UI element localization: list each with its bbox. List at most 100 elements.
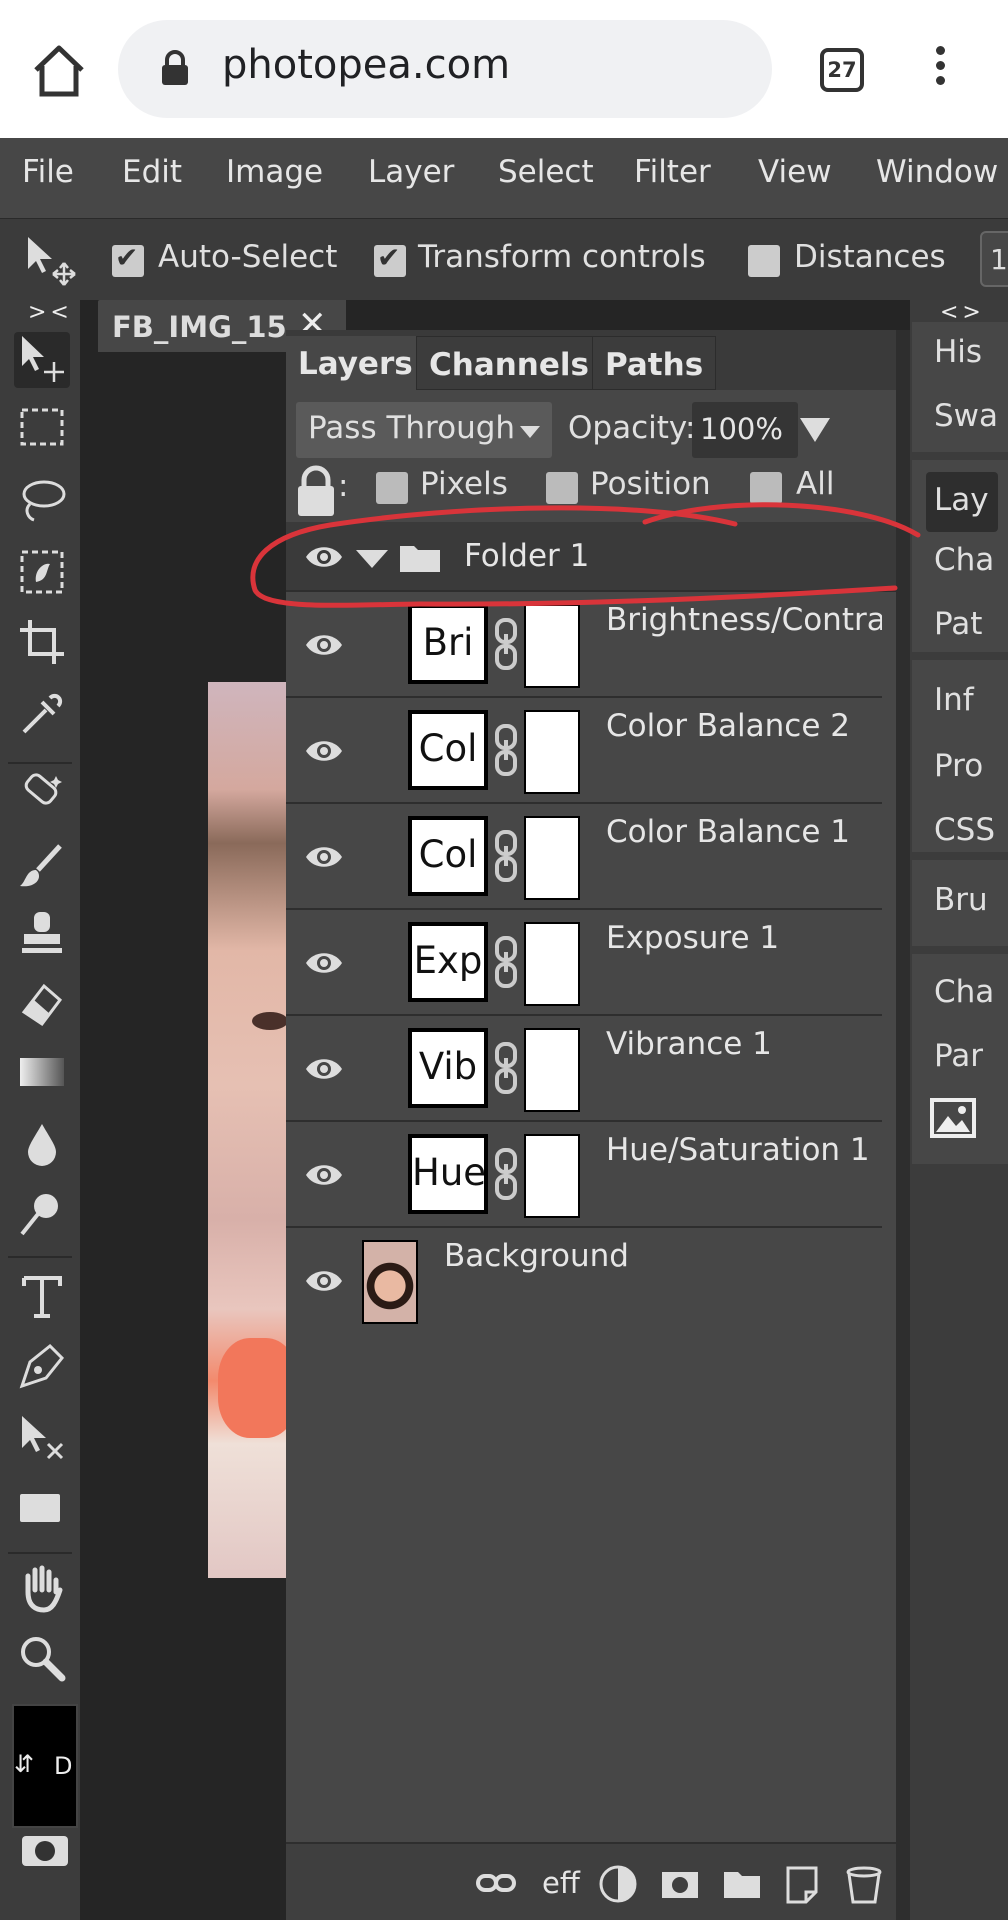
rectangle-tool-icon[interactable] bbox=[14, 1484, 70, 1540]
tab-layers[interactable]: Layers bbox=[286, 336, 425, 390]
layer-row[interactable]: Col Color Balance 2 bbox=[286, 700, 882, 804]
image-panel-icon[interactable] bbox=[930, 1098, 976, 1138]
lock-icon bbox=[298, 465, 334, 516]
lock-position-checkbox[interactable] bbox=[546, 472, 578, 504]
link-chain-icon[interactable] bbox=[494, 828, 518, 884]
layer-mask-thumbnail[interactable] bbox=[524, 1134, 580, 1218]
pen-tool-icon[interactable] bbox=[14, 1340, 70, 1396]
visibility-eye-icon[interactable] bbox=[304, 738, 344, 764]
panel-character[interactable]: Cha bbox=[934, 974, 994, 1010]
clone-stamp-tool-icon[interactable] bbox=[14, 908, 70, 964]
background-thumbnail bbox=[362, 1240, 418, 1324]
menu-filter[interactable]: Filter bbox=[634, 154, 711, 190]
swap-colors-icon[interactable]: ⇵ bbox=[14, 1750, 34, 1778]
tab-channels[interactable]: Channels bbox=[416, 336, 602, 390]
quick-mask-icon[interactable] bbox=[22, 1836, 68, 1866]
lasso-tool-icon[interactable] bbox=[14, 474, 70, 530]
panel-paragraph[interactable]: Par bbox=[934, 1038, 983, 1074]
layer-mask-thumbnail[interactable] bbox=[524, 1028, 580, 1112]
tab-switcher-button[interactable]: 27 bbox=[820, 48, 864, 92]
menu-view[interactable]: View bbox=[758, 154, 832, 190]
menu-file[interactable]: File bbox=[22, 154, 74, 190]
new-group-folder-icon[interactable] bbox=[722, 1864, 762, 1904]
tab-paths[interactable]: Paths bbox=[592, 336, 717, 390]
visibility-eye-icon[interactable] bbox=[304, 544, 344, 570]
blur-tool-icon[interactable] bbox=[14, 1118, 70, 1174]
link-chain-icon[interactable] bbox=[494, 616, 518, 672]
dodge-tool-icon[interactable] bbox=[14, 1188, 70, 1244]
visibility-eye-icon[interactable] bbox=[304, 1056, 344, 1082]
eraser-tool-icon[interactable] bbox=[14, 978, 70, 1034]
visibility-eye-icon[interactable] bbox=[304, 632, 344, 658]
panel-brush[interactable]: Bru bbox=[934, 882, 988, 918]
transform-controls-checkbox[interactable] bbox=[374, 241, 406, 277]
auto-select-checkbox[interactable] bbox=[112, 241, 144, 277]
link-chain-icon[interactable] bbox=[494, 1146, 518, 1202]
panel-info[interactable]: Inf bbox=[934, 682, 974, 718]
hand-tool-icon[interactable] bbox=[14, 1562, 70, 1618]
panel-paths[interactable]: Pat bbox=[934, 606, 982, 642]
link-chain-icon[interactable] bbox=[494, 934, 518, 990]
move-tool-button[interactable] bbox=[14, 332, 70, 388]
layer-row[interactable]: Exp Exposure 1 bbox=[286, 912, 882, 1016]
visibility-eye-icon[interactable] bbox=[304, 1268, 344, 1294]
panel-css[interactable]: CSS bbox=[934, 812, 995, 848]
visibility-eye-icon[interactable] bbox=[304, 844, 344, 870]
eyedropper-tool-icon[interactable] bbox=[14, 688, 70, 744]
menu-image[interactable]: Image bbox=[226, 154, 323, 190]
add-mask-icon[interactable] bbox=[660, 1864, 700, 1904]
quick-selection-tool-icon[interactable] bbox=[14, 546, 70, 602]
distances-checkbox[interactable] bbox=[748, 245, 780, 277]
panel-layers[interactable]: Lay bbox=[926, 472, 998, 532]
menu-window[interactable]: Window bbox=[876, 154, 998, 190]
delete-layer-icon[interactable] bbox=[844, 1864, 884, 1904]
opacity-dropdown-icon[interactable] bbox=[800, 418, 830, 442]
layer-row[interactable]: Bri Brightness/Contrast 1 bbox=[286, 594, 882, 698]
link-chain-icon[interactable] bbox=[494, 1040, 518, 1096]
link-layers-icon[interactable] bbox=[476, 1864, 516, 1904]
layers-scrollbar[interactable] bbox=[896, 330, 910, 1920]
new-layer-icon[interactable] bbox=[782, 1864, 822, 1904]
options-overflow-button[interactable]: 1 bbox=[980, 231, 1008, 287]
panel-swatches[interactable]: Swa bbox=[934, 398, 998, 434]
expand-folder-icon[interactable] bbox=[356, 550, 388, 568]
layer-mask-thumbnail[interactable] bbox=[524, 710, 580, 794]
menu-layer[interactable]: Layer bbox=[368, 154, 454, 190]
brush-tool-icon[interactable] bbox=[14, 840, 70, 896]
menu-edit[interactable]: Edit bbox=[122, 154, 182, 190]
lock-pixels-checkbox[interactable] bbox=[376, 472, 408, 504]
layer-row[interactable]: Col Color Balance 1 bbox=[286, 806, 882, 910]
default-colors-button[interactable]: D bbox=[54, 1752, 72, 1780]
opacity-input[interactable]: 100% bbox=[692, 402, 798, 458]
zoom-tool-icon[interactable] bbox=[14, 1632, 70, 1688]
visibility-eye-icon[interactable] bbox=[304, 950, 344, 976]
layer-mask-thumbnail[interactable] bbox=[524, 604, 580, 688]
path-selection-tool-icon[interactable] bbox=[14, 1412, 70, 1468]
layer-row-background[interactable]: Background bbox=[286, 1230, 882, 1334]
panel-channels[interactable]: Cha bbox=[934, 542, 994, 578]
layer-folder-row[interactable]: Folder 1 bbox=[286, 522, 908, 592]
crop-tool-icon[interactable] bbox=[14, 616, 70, 672]
lock-all-checkbox[interactable] bbox=[750, 472, 782, 504]
type-tool-icon[interactable] bbox=[14, 1270, 70, 1326]
layer-row[interactable]: Vib Vibrance 1 bbox=[286, 1018, 882, 1122]
home-icon[interactable] bbox=[30, 42, 88, 100]
gradient-tool-icon[interactable] bbox=[14, 1048, 70, 1104]
adjustment-layer-icon[interactable] bbox=[598, 1864, 638, 1904]
layer-row[interactable]: Hue Hue/Saturation 1 bbox=[286, 1124, 882, 1228]
collapse-left-icon[interactable]: >< bbox=[28, 300, 73, 325]
layer-mask-thumbnail[interactable] bbox=[524, 922, 580, 1006]
marquee-tool-icon[interactable] bbox=[14, 402, 70, 458]
panel-properties[interactable]: Pro bbox=[934, 748, 983, 784]
layer-mask-thumbnail[interactable] bbox=[524, 816, 580, 900]
browser-menu-icon[interactable] bbox=[930, 46, 950, 96]
menu-select[interactable]: Select bbox=[498, 154, 594, 190]
color-swatches[interactable]: ⇵ D bbox=[12, 1704, 78, 1828]
link-chain-icon[interactable] bbox=[494, 722, 518, 778]
visibility-eye-icon[interactable] bbox=[304, 1162, 344, 1188]
blend-mode-select[interactable]: Pass Through bbox=[296, 402, 552, 458]
address-bar[interactable]: photopea.com bbox=[118, 20, 772, 118]
panel-history[interactable]: His bbox=[934, 334, 982, 370]
healing-brush-tool-icon[interactable] bbox=[14, 768, 70, 824]
layer-effects-button[interactable]: eff bbox=[542, 1866, 580, 1906]
